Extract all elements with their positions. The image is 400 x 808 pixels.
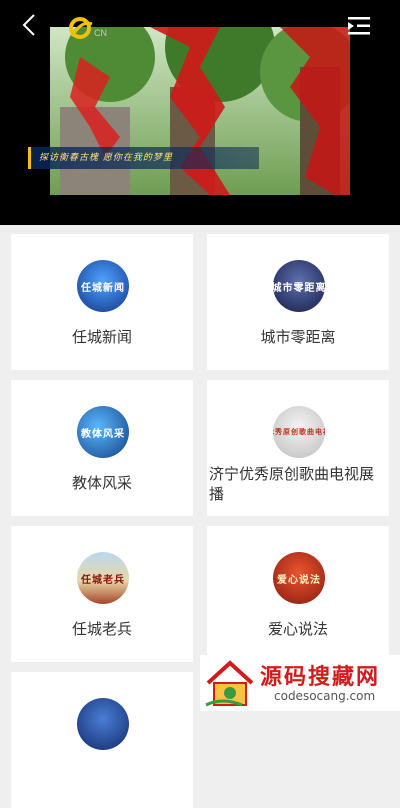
logo-icon: CN <box>69 17 107 39</box>
channel-card[interactable]: 济宁优秀原创歌曲电视展播 济宁优秀原创歌曲电视展播 <box>207 380 389 516</box>
channel-thumbnail: 城市零距离 <box>273 260 325 312</box>
channel-label: 城市零距离 <box>260 328 336 346</box>
thumb-text: 城市零距离 <box>273 282 325 294</box>
channel-card[interactable]: 任城老兵 任城老兵 <box>11 526 193 662</box>
channel-thumbnail: 教体风采 <box>77 406 129 458</box>
thumb-text: 任城老兵 <box>81 574 125 586</box>
back-button[interactable] <box>14 10 44 40</box>
thumb-text: 任城新闻 <box>81 282 125 294</box>
house-logo-icon <box>205 660 254 707</box>
channel-thumbnail: 任城新闻 <box>77 260 129 312</box>
channel-card[interactable]: 爱心说法 爱心说法 <box>207 526 389 662</box>
channel-card[interactable]: 任城新闻 任城新闻 <box>11 234 193 370</box>
chevron-left-icon <box>22 14 35 36</box>
video-subtitle: 探访衡春古槐 愿你在我的梦里 <box>28 147 259 169</box>
channel-thumbnail: 任城老兵 <box>77 552 129 604</box>
video-frame[interactable] <box>50 27 350 195</box>
channel-card[interactable]: 城市零距离 城市零距离 <box>207 234 389 370</box>
channel-card[interactable] <box>11 672 193 808</box>
station-logo: CN <box>68 14 124 42</box>
channel-thumbnail: 济宁优秀原创歌曲电视展播 <box>273 406 325 458</box>
thumb-text: 爱心说法 <box>277 574 321 586</box>
thumb-text: 济宁优秀原创歌曲电视展播 <box>273 428 325 436</box>
channel-label: 爱心说法 <box>267 620 328 638</box>
channel-thumbnail: 爱心说法 <box>273 552 325 604</box>
channel-thumbnail <box>77 698 129 750</box>
channel-grid: 任城新闻 任城新闻 城市零距离 城市零距离 教体风采 教体风采 济宁优秀原创歌曲… <box>0 225 400 808</box>
thumb-text: 教体风采 <box>81 428 125 440</box>
channel-card[interactable]: 教体风采 教体风采 <box>11 380 193 516</box>
video-player[interactable]: 探访衡春古槐 愿你在我的梦里 CN <box>0 0 400 225</box>
channel-label: 济宁优秀原创歌曲电视展播 <box>209 465 375 503</box>
channel-label: 任城新闻 <box>71 328 132 346</box>
playlist-menu-button[interactable] <box>346 14 372 38</box>
watermark: 源码搜藏网 codesocang.com <box>200 655 400 711</box>
watermark-url: codesocang.com <box>274 689 376 703</box>
channel-label: 任城老兵 <box>71 620 132 638</box>
watermark-title: 源码搜藏网 <box>260 665 381 690</box>
video-scene <box>50 27 350 195</box>
channel-label: 教体风采 <box>71 474 132 492</box>
logo-text: CN <box>94 28 107 38</box>
playlist-menu-icon <box>348 17 370 35</box>
